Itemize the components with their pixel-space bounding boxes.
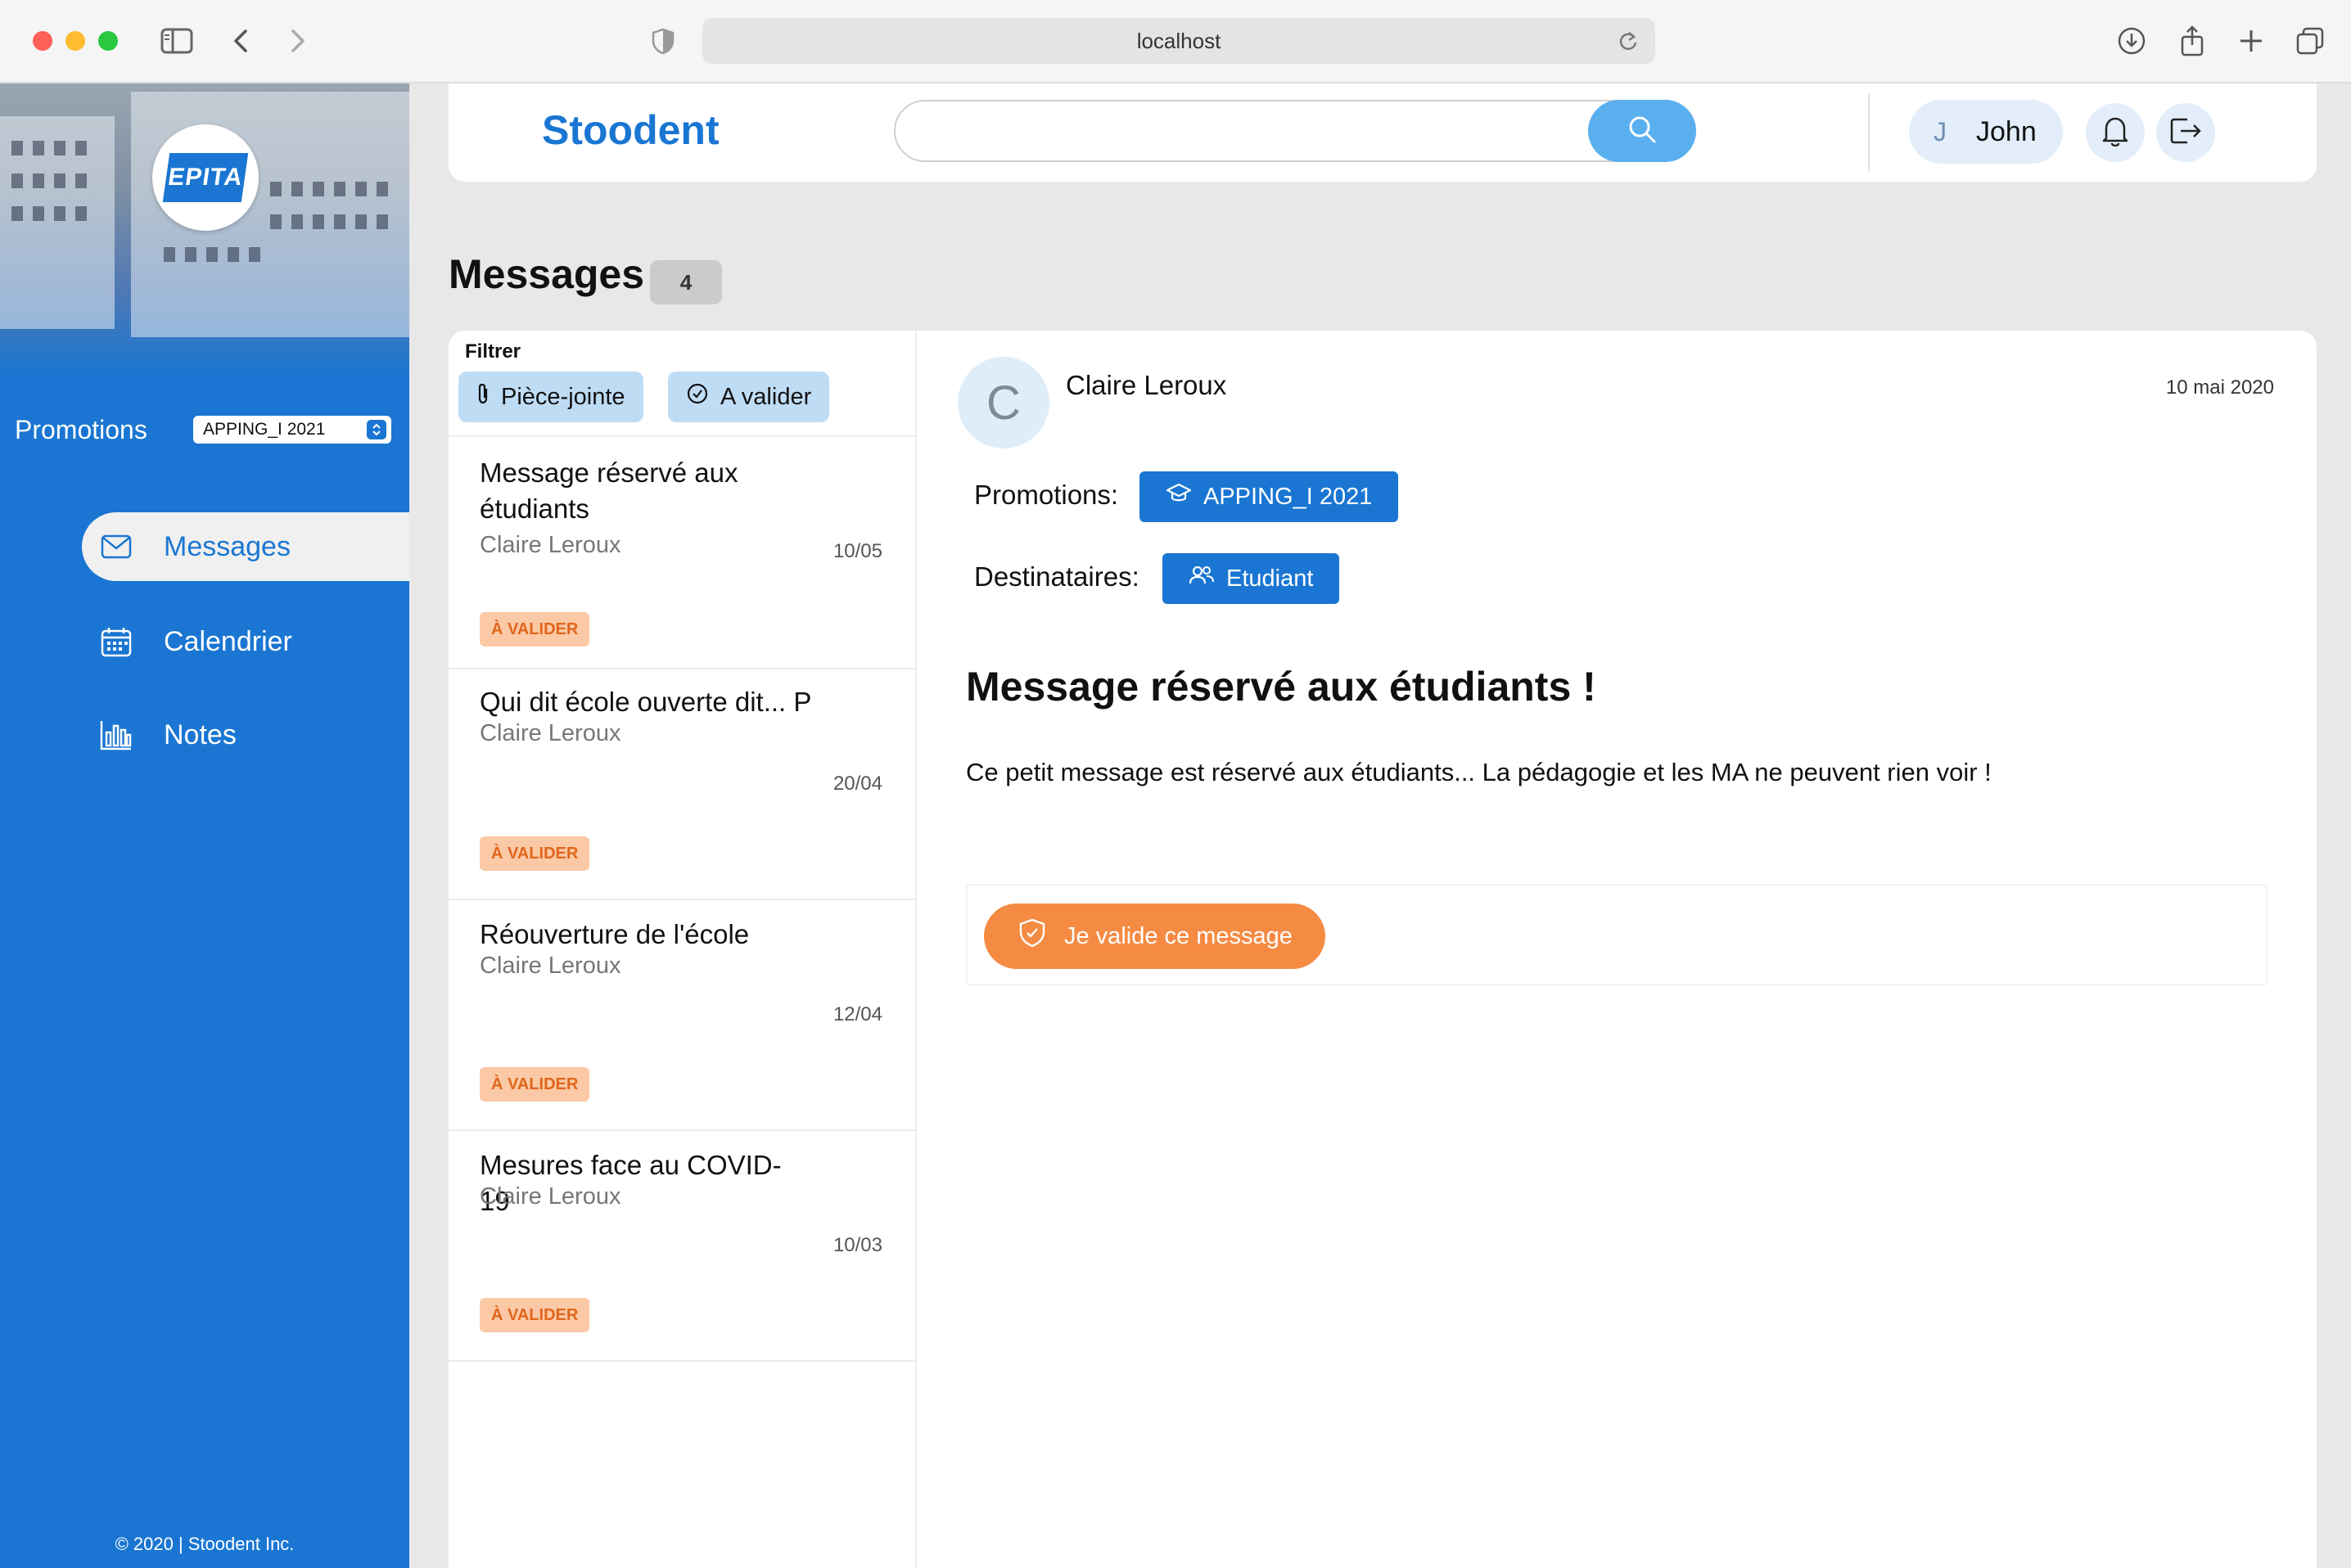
promotions-select[interactable]: APPING_I 2021 [193,416,391,444]
user-name: John [1976,115,2037,147]
new-tab-icon[interactable] [2231,21,2271,61]
address-bar[interactable]: localhost [702,18,1655,64]
status-badge: À VALIDER [480,1067,590,1102]
message-count-badge: 4 [650,260,722,304]
validate-button-label: Je valide ce message [1064,922,1293,949]
search-icon [1627,115,1657,148]
sidebar-item-label: Notes [164,719,237,750]
bell-icon [2101,115,2129,151]
filter-attachment-chip[interactable]: Pièce-jointe [458,372,643,422]
message-heading: Message réservé aux étudiants ! [966,664,1596,710]
user-menu[interactable]: J John [1909,100,2063,164]
promotions-selector: Promotions APPING_I 2021 [15,409,391,450]
top-header: Stoodent J John [449,83,2317,182]
message-author: Claire Leroux [480,720,621,746]
logo-text: EPITA [166,164,245,191]
sidebar-toggle-icon[interactable] [157,21,196,61]
list-item[interactable]: Qui dit école ouverte dit... P Claire Le… [449,669,915,900]
graduation-cap-icon [1166,483,1192,511]
sidebar-item-label: Calendrier [164,625,292,657]
downloads-icon[interactable] [2112,21,2151,61]
sidebar-item-notes[interactable]: Notes [82,701,409,769]
message-title: Qui dit école ouverte dit... P [480,687,812,717]
minimize-window-button[interactable] [65,31,85,51]
users-icon [1189,565,1215,593]
copyright: © 2020 | Stoodent Inc. [115,1534,295,1554]
sender-name: Claire Leroux [1066,370,1227,400]
filter-chip-label: Pièce-jointe [501,383,625,410]
logout-button[interactable] [2156,103,2215,162]
status-badge: À VALIDER [480,612,590,647]
message-title: Réouverture de l'école [480,919,750,949]
list-item[interactable]: Message réservé aux étudiants Claire Ler… [449,437,915,668]
recipient-chip[interactable]: Etudiant [1162,553,1340,604]
recipient-chip-label: Etudiant [1226,565,1314,592]
share-icon[interactable] [2173,21,2212,61]
search-input[interactable] [894,100,1696,162]
filter-chip-label: A valider [720,383,812,410]
list-item[interactable]: Mesures face au COVID-19 Claire Leroux 1… [449,1131,915,1362]
sidebar-item-label: Messages [164,530,291,562]
zoom-window-button[interactable] [98,31,118,51]
message-date: 10 mai 2020 [2165,376,2274,399]
message-author: Claire Leroux [480,1183,621,1210]
sender-avatar: C [958,357,1049,448]
back-icon[interactable] [221,21,260,61]
sidebar-item-messages[interactable]: Messages [82,512,409,581]
status-badge: À VALIDER [480,1298,590,1332]
filter-label: Filtrer [465,340,521,363]
mail-icon [98,529,134,565]
promotions-select-value: APPING_I 2021 [203,420,326,439]
logout-icon [2169,116,2202,150]
promotion-chip-label: APPING_I 2021 [1203,483,1373,510]
check-circle-icon [686,382,709,412]
message-author: Claire Leroux [480,532,621,558]
message-author: Claire Leroux [480,953,621,979]
search-button[interactable] [1588,100,1696,162]
bar-chart-icon [98,717,134,753]
filter-to-validate-chip[interactable]: A valider [668,372,830,422]
close-window-button[interactable] [33,31,52,51]
message-date: 10/03 [833,1234,882,1256]
validation-panel: Je valide ce message [966,884,2268,985]
privacy-shield-icon[interactable] [643,21,683,61]
header-divider [1868,93,1870,172]
notifications-button[interactable] [2086,103,2145,162]
brand-logo[interactable]: Stoodent [542,106,720,154]
tab-overview-icon[interactable] [2290,21,2330,61]
promotions-label: Promotions [15,414,147,444]
message-date: 20/04 [833,773,882,795]
page-title: Messages [449,251,645,297]
message-list: Filtrer Pièce-jointe A valider Message r… [449,331,917,1568]
divider [449,1360,915,1362]
validate-message-button[interactable]: Je valide ce message [984,903,1325,969]
message-detail: C Claire Leroux 10 mai 2020 Promotions: … [917,331,2317,1568]
paperclip-icon [476,382,490,412]
recipients-label: Destinataires: [974,561,1139,592]
message-title: Message réservé aux étudiants [480,457,738,524]
sidebar-item-calendrier[interactable]: Calendrier [82,607,409,676]
shield-check-icon [1018,918,1046,954]
url-text: localhost [1136,28,1221,53]
avatar: J [1934,116,1947,146]
list-item[interactable]: Réouverture de l'école Claire Leroux 12/… [449,900,915,1131]
promotion-chip[interactable]: APPING_I 2021 [1139,471,1399,522]
browser-toolbar: localhost [0,0,2351,83]
forward-icon[interactable] [278,21,318,61]
message-body: Ce petit message est réservé aux étudian… [966,758,1992,786]
message-date: 10/05 [833,540,882,562]
message-date: 12/04 [833,1003,882,1025]
sidebar: EPITA Promotions APPING_I 2021 Messages … [0,83,409,1568]
epita-logo: EPITA [152,124,259,231]
reload-icon[interactable] [1618,29,1639,58]
select-arrows-icon [367,420,386,439]
calendar-icon [98,624,134,660]
status-badge: À VALIDER [480,836,590,871]
promotions-label: Promotions: [974,480,1119,510]
